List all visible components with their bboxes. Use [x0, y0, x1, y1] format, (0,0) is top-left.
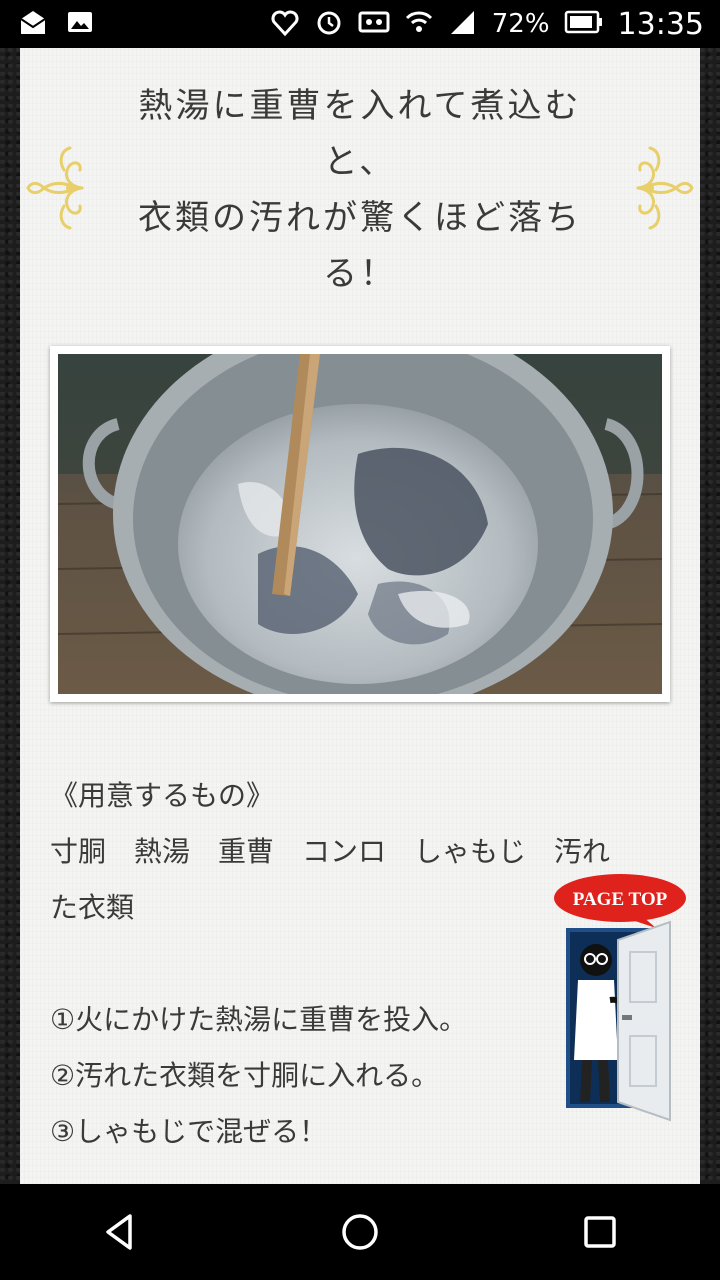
page-top-button[interactable]: PAGE TOP [552, 870, 692, 1130]
heart-shield-icon [270, 7, 300, 41]
right-background [700, 48, 720, 1184]
pot-of-clothes-photo [58, 354, 662, 694]
alarm-icon [314, 7, 344, 41]
image-icon [66, 8, 94, 40]
wifi-icon [404, 7, 434, 41]
page-top-illustration: PAGE TOP [554, 874, 686, 1122]
photo-frame [50, 346, 670, 702]
recents-icon [584, 1216, 616, 1248]
battery-icon [564, 9, 604, 39]
materials-heading: 《用意するもの》 [50, 779, 275, 812]
battery-percent: 72% [491, 9, 550, 39]
back-button[interactable] [80, 1192, 160, 1272]
article-heading: 熱湯に重曹を入れて煮込む と、 衣類の汚れが驚くほど落ち る！ [138, 86, 582, 294]
navigation-bar [0, 1184, 720, 1280]
back-icon [106, 1214, 132, 1250]
clock: 13:35 [617, 6, 704, 42]
status-bar: 72% 13:35 [0, 0, 720, 48]
left-background [0, 48, 20, 1184]
page-top-label: PAGE TOP [573, 889, 668, 910]
mail-icon [18, 7, 48, 41]
ornament-left-icon [26, 146, 84, 230]
home-icon [342, 1214, 378, 1250]
home-button[interactable] [320, 1192, 400, 1272]
signal-icon [448, 7, 478, 41]
recents-button[interactable] [560, 1192, 640, 1272]
video-icon [358, 7, 390, 41]
ornament-right-icon [636, 146, 694, 230]
